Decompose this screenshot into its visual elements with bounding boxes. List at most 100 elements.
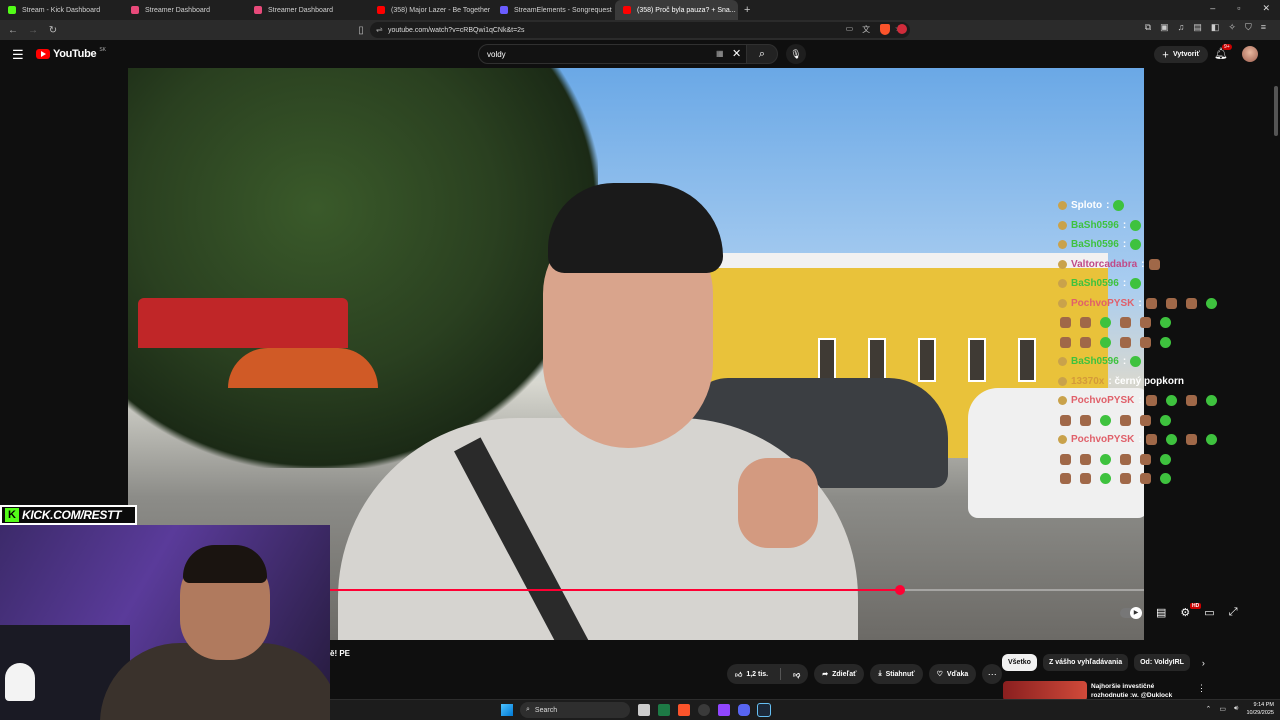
chat-username: 13370x (1071, 375, 1105, 387)
browser-tab[interactable]: (358) Proč byla pauza? + Sna...✕ (615, 0, 738, 20)
maximize-icon[interactable]: ▫ (1237, 3, 1240, 14)
new-tab-icon[interactable]: + (744, 4, 750, 16)
vpn-icon[interactable]: ⛉ (1245, 22, 1252, 33)
system-clock[interactable]: 9:14 PM 10/29/2025 (1246, 701, 1274, 717)
chevron-right-icon[interactable]: › (1202, 658, 1205, 668)
xbox-icon[interactable] (698, 704, 710, 716)
fullscreen-icon[interactable]: ⤢ (1229, 606, 1238, 619)
browser-tab[interactable]: Streamer Dashboard (123, 0, 246, 20)
sidebar-icon[interactable]: ▣ (1160, 22, 1169, 33)
like-count: 1,2 tis. (746, 670, 769, 678)
microphone-icon: 🎙︎ (790, 48, 802, 59)
video-progress-bar[interactable] (329, 585, 1144, 595)
browser-tab[interactable]: (358) Major Lazer - Be Together (feat (369, 0, 492, 20)
kick-logo-icon: K (5, 508, 19, 522)
chat-badge-icon (1058, 220, 1067, 230)
video-scrubber-handle[interactable] (894, 585, 905, 595)
reload-icon[interactable]: ↻ (46, 25, 60, 36)
tab-title: (358) Major Lazer - Be Together (feat (391, 6, 492, 14)
pepe-emote-icon (1130, 278, 1142, 290)
tab-favicon-icon (254, 6, 262, 14)
wallet-icon[interactable]: ◧ (1211, 22, 1220, 33)
face-emote-icon (1060, 414, 1071, 426)
pepe-emote-icon (1165, 395, 1177, 407)
brave-shield-icon[interactable] (880, 24, 890, 35)
pepe-emote-icon (1100, 414, 1111, 426)
thanks-button[interactable]: ♡ Vďaka (928, 664, 977, 684)
download-button[interactable]: ⤓ Stiahnuť (870, 664, 923, 684)
clear-search-icon[interactable]: ✕ (732, 47, 741, 60)
window-controls: – ▫ ✕ (1210, 3, 1270, 14)
windows-start-icon[interactable] (501, 704, 513, 716)
kebab-menu-icon[interactable]: ⋮ (1197, 683, 1206, 694)
guide-menu-icon[interactable]: ☰ (12, 47, 24, 63)
translate-icon[interactable]: 文 (862, 24, 870, 35)
chat-message: BaSh0596: (1058, 216, 1228, 236)
face-emote-icon (1140, 317, 1151, 329)
discord-icon[interactable] (738, 704, 750, 716)
recommended-title[interactable]: Najhoršie investičné rozhodnutie :w. @Du… (1091, 682, 1191, 700)
minimize-icon[interactable]: – (1210, 3, 1215, 14)
chat-text: : (1122, 356, 1127, 368)
keyboard-icon[interactable]: ▦ (716, 49, 724, 58)
stream-chat-overlay: Sploto: BaSh0596: BaSh0596: Valtorcadabra: B… (1058, 196, 1228, 489)
brave-icon[interactable] (678, 704, 690, 716)
forward-icon[interactable]: → (26, 25, 40, 36)
search-input[interactable]: voldy (478, 44, 748, 64)
chat-message: BaSh0596: (1058, 235, 1228, 255)
reading-list-icon[interactable]: ▤ (1193, 22, 1202, 33)
extensions-icon[interactable]: ⧉ (1145, 22, 1151, 33)
chip-all[interactable]: Všetko (1002, 654, 1037, 671)
settings-gear-icon[interactable]: ⚙ (1180, 606, 1190, 619)
search-button[interactable]: ⌕ (746, 44, 778, 64)
menu-icon[interactable]: ≡ (1261, 22, 1266, 33)
taskbar-search[interactable]: ⌕ Search (520, 702, 630, 718)
autoplay-toggle[interactable] (1120, 606, 1142, 619)
like-button[interactable]: 👍︎ 1,2 tis. (727, 664, 776, 684)
excel-icon[interactable] (658, 704, 670, 716)
browser-tab[interactable]: Streamer Dashboard (246, 0, 369, 20)
system-tray: ⌃ ▭ 🔊︎ 9:14 PM 10/29/2025 (1206, 701, 1274, 717)
leo-icon[interactable]: ✧ (1228, 22, 1236, 33)
browser-tab[interactable]: StreamElements - Songrequest (492, 0, 615, 20)
share-button[interactable]: ➦ Zdieľať (814, 664, 865, 684)
network-icon[interactable]: ▭ (1219, 705, 1226, 713)
face-emote-icon (1060, 473, 1071, 485)
volume-icon[interactable]: 🔊︎ (1234, 705, 1238, 713)
user-avatar[interactable] (1242, 46, 1258, 62)
video-scene-person (318, 128, 878, 640)
chip-from-search[interactable]: Z vášho vyhľadávania (1042, 654, 1129, 671)
youtube-logo[interactable]: YouTube SK (36, 47, 106, 60)
rewards-icon[interactable] (897, 24, 907, 34)
site-info-icon[interactable]: ⇌ (376, 25, 383, 34)
ghost-mascot-icon (5, 663, 35, 701)
recommended-thumbnail[interactable] (1003, 681, 1087, 701)
create-button[interactable]: ＋ Vytvoriť (1154, 46, 1208, 63)
face-emote-icon (1120, 336, 1131, 348)
theater-mode-icon[interactable]: ▭ (1204, 606, 1214, 619)
page-scrollbar[interactable] (1274, 86, 1278, 136)
cast-icon[interactable]: ▭ (846, 24, 854, 35)
steam-icon[interactable] (757, 703, 771, 717)
music-icon[interactable]: ♫ (1178, 22, 1185, 33)
plus-icon: ＋ (1162, 51, 1169, 59)
task-view-icon[interactable] (638, 704, 650, 716)
bookmark-icon[interactable]: ▯ (354, 25, 368, 36)
chip-from-channel[interactable]: Od: VoldyIRL (1134, 654, 1190, 671)
dislike-button[interactable]: 👎︎ (785, 664, 808, 684)
browser-tab[interactable]: Stream - Kick Dashboard (0, 0, 123, 20)
twitch-icon[interactable] (718, 704, 730, 716)
pepe-emote-icon (1130, 219, 1142, 231)
address-bar[interactable]: ⇌ youtube.com/watch?v=cRBQwi1qCNk&t=2s ▭… (370, 22, 910, 38)
voice-search-button[interactable]: 🎙︎ (786, 44, 806, 64)
streamer-webcam (0, 525, 330, 720)
back-icon[interactable]: ← (6, 25, 20, 36)
close-window-icon[interactable]: ✕ (1262, 3, 1270, 14)
chat-text: : (1138, 297, 1142, 309)
chat-text: : černý popkorn (1108, 375, 1184, 387)
more-actions-button[interactable]: ⋯ (982, 664, 1003, 684)
download-icon: ⤓ (878, 670, 882, 677)
clock-time: 9:14 PM (1253, 702, 1274, 708)
subtitles-icon[interactable]: ▤ (1156, 606, 1166, 619)
tray-overflow-icon[interactable]: ⌃ (1206, 705, 1212, 713)
